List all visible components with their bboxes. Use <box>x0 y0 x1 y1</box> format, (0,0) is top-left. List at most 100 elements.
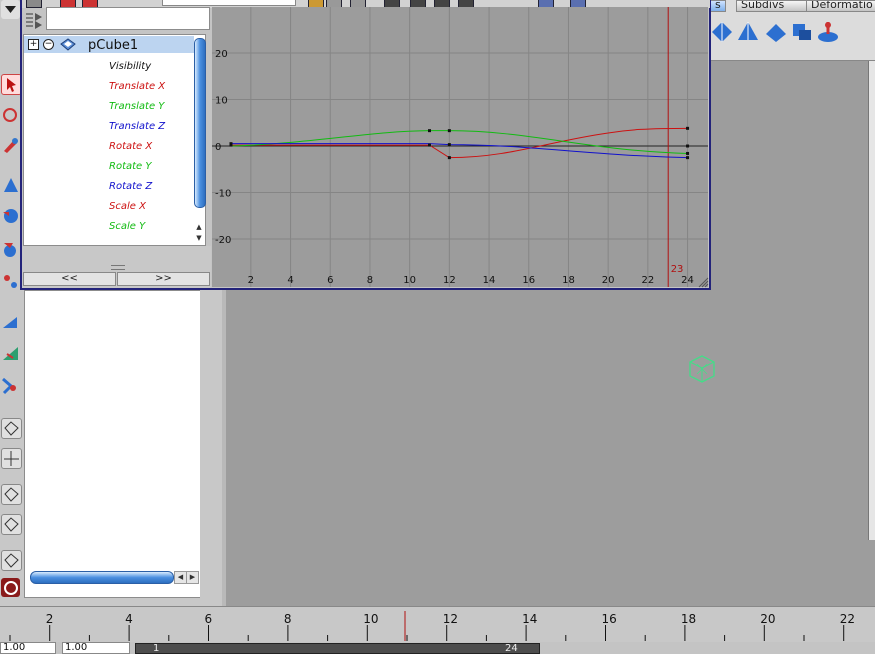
move-tool-icon[interactable] <box>1 74 22 95</box>
x-tick-label: 8 <box>367 275 373 286</box>
keyframe <box>428 129 431 133</box>
outliner-hscroll[interactable] <box>30 571 174 584</box>
subdiv-cube-icon[interactable] <box>710 20 734 44</box>
shelf: s Subdivs Deformatio <box>710 0 875 61</box>
subdiv-cylinder-icon[interactable] <box>764 20 788 44</box>
x-tick-label: 24 <box>681 275 694 286</box>
next-button[interactable]: >> <box>117 272 210 286</box>
toolbar-icon[interactable] <box>26 0 42 8</box>
manipulator-icon[interactable] <box>1 312 20 331</box>
expand-all-icon[interactable]: + <box>28 39 39 50</box>
collapse-icon[interactable]: − <box>43 39 54 50</box>
range-slider[interactable] <box>135 643 540 654</box>
transform-node-icon <box>60 38 76 51</box>
shelf-tab-subdivs[interactable]: Subdivs <box>736 0 808 12</box>
red-tool-icon[interactable] <box>1 578 20 597</box>
x-tick-label: 6 <box>327 275 333 286</box>
outliner-layout-icon[interactable] <box>1 514 22 535</box>
y-tick-label: -10 <box>215 189 231 200</box>
attr-scale-x[interactable]: Scale X <box>109 201 146 212</box>
time-label: 20 <box>760 612 776 626</box>
scroll-right-button[interactable]: ▶ <box>186 571 199 584</box>
playback-start-field[interactable]: 1.00 <box>62 642 130 654</box>
sphere-tool-icon[interactable] <box>1 206 20 225</box>
time-label: 18 <box>680 612 697 626</box>
time-label: 22 <box>839 612 855 626</box>
right-panel-edge <box>868 60 875 540</box>
attr-translate-y[interactable]: Translate Y <box>109 101 164 112</box>
shelf-tab-surfaces[interactable]: s <box>710 0 726 12</box>
outliner-vscroll[interactable] <box>194 38 206 208</box>
curve-translate-y <box>230 130 688 154</box>
graph-layout-icon[interactable] <box>1 550 22 571</box>
soft-mod-icon[interactable] <box>1 344 20 363</box>
keyframe <box>686 144 690 148</box>
lasso-tool-icon[interactable] <box>1 106 20 125</box>
range-slider-start: 1 <box>153 643 160 654</box>
subdiv-plane-icon[interactable] <box>736 20 760 44</box>
rotate-tool-icon[interactable] <box>1 240 20 259</box>
x-tick-label: 16 <box>522 275 535 286</box>
four-pane-icon[interactable] <box>1 448 22 469</box>
x-tick-label: 22 <box>641 275 654 286</box>
y-tick-label: -20 <box>215 235 231 246</box>
cone-tool-icon[interactable] <box>1 176 20 195</box>
time-slider[interactable]: 2 4 6 8 10 12 14 16 18 20 22 <box>0 606 875 643</box>
move-anim-icon[interactable] <box>1 376 20 395</box>
outliner-filter-icon[interactable] <box>24 10 44 30</box>
y-tick-label: 0 <box>215 142 221 153</box>
graph-view[interactable]: 20 10 0 -10 -20 2 4 6 8 10 12 14 16 18 20 22 24 23 <box>212 7 708 287</box>
attr-translate-z[interactable]: Translate Z <box>109 121 165 132</box>
pcube-wireframe[interactable] <box>688 354 716 384</box>
scroll-down-button[interactable]: ▼ <box>194 233 204 243</box>
y-tick-label: 10 <box>215 96 228 107</box>
window-resize-grip[interactable] <box>697 276 709 288</box>
scale-tool-icon[interactable] <box>1 272 20 291</box>
time-label: 10 <box>363 612 379 626</box>
shelf-tab-deformation[interactable]: Deformatio <box>806 0 875 12</box>
range-slider-end: 24 <box>505 643 518 654</box>
node-name-label[interactable]: pCube1 <box>88 38 138 53</box>
current-frame-label: 23 <box>671 264 684 275</box>
keyframe <box>447 143 451 147</box>
scroll-up-button[interactable]: ▲ <box>194 222 204 232</box>
start-time-field[interactable]: 1.00 <box>0 642 56 654</box>
subdiv-cone-icon[interactable] <box>790 20 814 44</box>
splitter-grip[interactable] <box>111 265 125 270</box>
attr-rotate-z[interactable]: Rotate Z <box>109 181 152 192</box>
keyframe <box>447 156 451 160</box>
panel-splitter[interactable] <box>200 290 222 606</box>
x-tick-label: 18 <box>562 275 575 286</box>
x-tick-label: 10 <box>403 275 416 286</box>
curve-translate-x <box>231 127 688 159</box>
attr-scale-y[interactable]: Scale Y <box>109 221 145 232</box>
single-pane-icon[interactable] <box>1 418 22 439</box>
keyframe <box>686 126 690 130</box>
attr-translate-x[interactable]: Translate X <box>109 81 165 92</box>
paint-tool-icon[interactable] <box>1 136 20 155</box>
keyframe <box>686 151 690 155</box>
time-label: 16 <box>601 612 617 626</box>
x-tick-label: 4 <box>287 275 293 286</box>
time-label: 14 <box>522 612 538 626</box>
layout-pane-icon[interactable] <box>1 484 22 505</box>
attr-rotate-x[interactable]: Rotate X <box>109 141 152 152</box>
time-label: 4 <box>125 612 133 626</box>
curve-graph[interactable]: 20100-10-202 4 6 8 10 12 14 16 18 20 22 2423 <box>212 7 708 287</box>
keyframe <box>686 156 690 160</box>
keyframe <box>229 142 233 146</box>
time-label: 12 <box>442 612 458 626</box>
attr-visibility[interactable]: Visibility <box>109 61 151 72</box>
time-label: 2 <box>45 612 54 626</box>
x-tick-label: 20 <box>602 275 615 286</box>
attr-rotate-y[interactable]: Rotate Y <box>109 161 151 172</box>
prev-button[interactable]: << <box>23 272 116 286</box>
deform-icon[interactable] <box>816 20 840 44</box>
x-tick-label: 12 <box>443 275 456 286</box>
select-tool-icon[interactable] <box>1 0 20 19</box>
time-label: 8 <box>283 612 292 626</box>
outliner-list[interactable] <box>24 290 204 598</box>
frame-field[interactable] <box>162 0 296 6</box>
keyframe <box>428 143 431 147</box>
outliner-search-field[interactable] <box>46 7 210 30</box>
